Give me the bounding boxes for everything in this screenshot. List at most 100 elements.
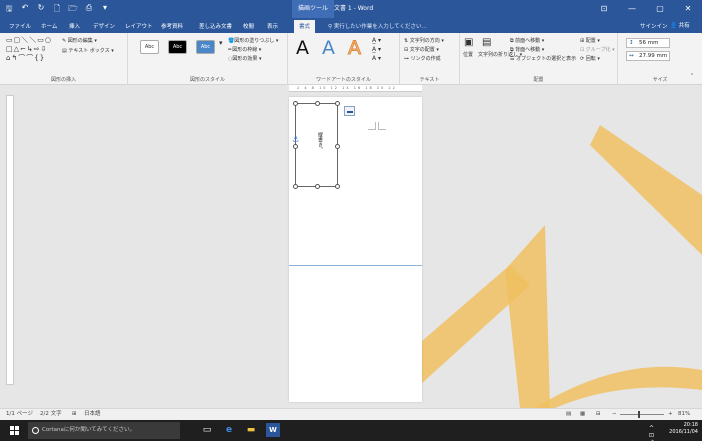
resize-handle[interactable] [315, 184, 320, 189]
align-text-button[interactable]: ⊟ 文字の配置 ▾ [404, 46, 439, 53]
zoom-out-icon[interactable]: − [612, 409, 617, 420]
wordart-style-blue[interactable]: A [322, 37, 335, 59]
wordart-style-orange[interactable]: A [348, 37, 362, 60]
text-fill-icon[interactable]: A̲ ▾ [372, 37, 381, 44]
resize-handle[interactable] [335, 184, 340, 189]
tab-review[interactable]: 校閲 [238, 20, 259, 32]
share-button[interactable]: 👤 共有 [670, 21, 690, 29]
shape-effects-label: 図形の効果 ▾ [232, 56, 262, 62]
rotate-icon: ⟳ [580, 56, 585, 62]
align-button[interactable]: ⊞ 配置 ▾ [580, 37, 600, 44]
shape-fill-button[interactable]: 🪣図形の塗りつぶし ▾ [228, 37, 278, 44]
redo-icon[interactable]: ↻ [36, 3, 46, 17]
proofing-icon[interactable]: ⊞ [72, 409, 77, 420]
position-icon[interactable]: ▣ [464, 37, 473, 48]
zoom-slider-thumb[interactable] [638, 411, 640, 418]
tell-me-box[interactable]: ⚲ 実行したい作業を入力してください... [328, 22, 427, 30]
shape-effects-button[interactable]: ◌図形の効果 ▾ [228, 55, 261, 62]
title-bar: 🖫 ↶ ↻ 🗋 🗁 ⎙ ▾ 描画ツール 文書 1 - Word ⊡ — ▢ ✕ [0, 0, 702, 18]
vertical-textbox[interactable]: 縦書き。 ⚓ [292, 101, 340, 189]
tab-layout[interactable]: レイアウト [120, 20, 158, 32]
align-text-label: 文字の配置 ▾ [409, 47, 439, 53]
tab-insert[interactable]: 挿入 [64, 20, 85, 32]
page-count[interactable]: 1/1 ページ [6, 409, 33, 420]
document-page[interactable]: 縦書き。 ⚓ [289, 97, 422, 402]
anchor-icon[interactable]: ⚓ [292, 135, 299, 144]
textbox-button[interactable]: ▤ テキスト ボックス ▾ [62, 47, 114, 54]
save-icon[interactable]: 🖫 [4, 3, 14, 17]
undo-icon[interactable]: ↶ [20, 3, 30, 17]
tab-format[interactable]: 書式 [294, 20, 316, 33]
bring-forward-button[interactable]: ⧉ 前面へ移動 ▾ [510, 37, 544, 44]
maximize-button[interactable]: ▢ [646, 0, 674, 18]
shapes-gallery[interactable]: ▭▢＼＼▭○ □△⌐↳⇨⇩ ⌂↰⌒⌒{} [6, 36, 52, 63]
margin-corner-mark [368, 122, 376, 130]
shape-styles-group: Abc Abc Abc ▾ 🪣図形の塗りつぶし ▾ ✏図形の枠線 ▾ ◌図形の効… [128, 33, 288, 85]
word-count[interactable]: 2/2 文字 [40, 409, 62, 420]
ribbon-display-button[interactable]: ⊡ [590, 0, 618, 18]
gallery-scroll-icon[interactable]: ▾ [219, 39, 223, 47]
word-app-icon[interactable]: W [266, 423, 280, 437]
tab-design[interactable]: デザイン [88, 20, 120, 32]
open-icon[interactable]: 🗁 [68, 3, 78, 17]
style-swatch-blue[interactable]: Abc [196, 40, 215, 54]
edit-shape-button[interactable]: ✎ 図形の編集 ▾ [62, 37, 97, 44]
web-layout-icon[interactable]: ⊟ [596, 409, 601, 420]
minimize-button[interactable]: — [618, 0, 646, 18]
close-button[interactable]: ✕ [674, 0, 702, 18]
resize-handle[interactable] [293, 144, 298, 149]
shape-outline-button[interactable]: ✏図形の枠線 ▾ [228, 46, 261, 53]
tab-mailings[interactable]: 差し込み文書 [194, 20, 237, 32]
resize-handle[interactable] [335, 101, 340, 106]
windows-start-icon[interactable] [10, 426, 19, 435]
zoom-level[interactable]: 81% [678, 409, 690, 420]
resize-handle[interactable] [335, 144, 340, 149]
wordart-style-black[interactable]: A [296, 37, 309, 59]
edge-browser-icon[interactable]: e [222, 423, 236, 437]
read-mode-icon[interactable]: ▤ [566, 409, 571, 420]
print-layout-icon[interactable]: ▦ [580, 409, 585, 420]
file-explorer-icon[interactable]: ▬ [244, 423, 258, 437]
zoom-slider[interactable] [620, 414, 664, 415]
selection-pane-label: オブジェクトの選択と表示 [516, 56, 577, 62]
text-outline-icon[interactable]: A̲ ▾ [372, 46, 381, 53]
height-field[interactable]: ↕ 56 mm [626, 38, 670, 48]
textbox-content[interactable]: 縦書き。 [315, 132, 323, 152]
position-label[interactable]: 位置 [463, 51, 473, 58]
wrap-text-icon[interactable]: ▤ [482, 37, 491, 48]
text-direction-button[interactable]: ⇅ 文字列の方向 ▾ [404, 37, 444, 44]
text-effects-icon[interactable]: A ▾ [372, 55, 381, 62]
tray-icons[interactable]: ^ ⊡ ♪ ▭ あ [648, 425, 654, 441]
collapse-ribbon-icon[interactable]: ⌃ [690, 73, 694, 79]
document-canvas[interactable]: 2 4 8 10 12 14 16 18 20 22 縦書き。 ⚓ [0, 85, 702, 408]
resize-handle[interactable] [315, 101, 320, 106]
style-swatch-white[interactable]: Abc [140, 40, 159, 54]
style-swatch-black[interactable]: Abc [168, 40, 187, 54]
language-indicator[interactable]: 日本語 [84, 409, 101, 420]
task-view-icon[interactable]: ▭ [200, 423, 214, 437]
rotate-button[interactable]: ⟳ 回転 ▾ [580, 55, 600, 62]
tab-home[interactable]: ホーム [36, 20, 62, 32]
zoom-in-icon[interactable]: + [668, 409, 673, 420]
new-doc-icon[interactable]: 🗋 [52, 3, 62, 17]
clock-time[interactable]: 20:18 [669, 422, 698, 429]
selection-pane-button[interactable]: ☰ オブジェクトの選択と表示 [510, 55, 576, 62]
layout-options-icon[interactable] [344, 106, 355, 116]
resize-handle[interactable] [293, 184, 298, 189]
tab-references[interactable]: 参考資料 [156, 20, 188, 32]
cortana-search-box[interactable]: Cortanaに何か聞いてみてください。 [28, 422, 180, 439]
group-button[interactable]: ⊡ グループ化 ▾ [580, 46, 615, 53]
qat-customize-icon[interactable]: ▾ [100, 3, 110, 17]
print-preview-icon[interactable]: ⎙ [84, 3, 94, 17]
sign-in-link[interactable]: サインイン [640, 22, 668, 30]
create-link-button[interactable]: ⊶ リンクの作成 [404, 55, 441, 62]
tab-file[interactable]: ファイル [4, 20, 36, 32]
width-field[interactable]: ↔ 27.99 mm [626, 51, 670, 61]
resize-handle[interactable] [293, 101, 298, 106]
arrange-label: 配置 [533, 77, 544, 83]
page-boundary-line [289, 265, 422, 266]
clock-date[interactable]: 2016/11/04 [669, 429, 698, 436]
align-label: 配置 ▾ [585, 38, 600, 44]
tab-view[interactable]: 表示 [262, 20, 283, 32]
send-backward-button[interactable]: ⧉ 背面へ移動 ▾ [510, 46, 544, 53]
